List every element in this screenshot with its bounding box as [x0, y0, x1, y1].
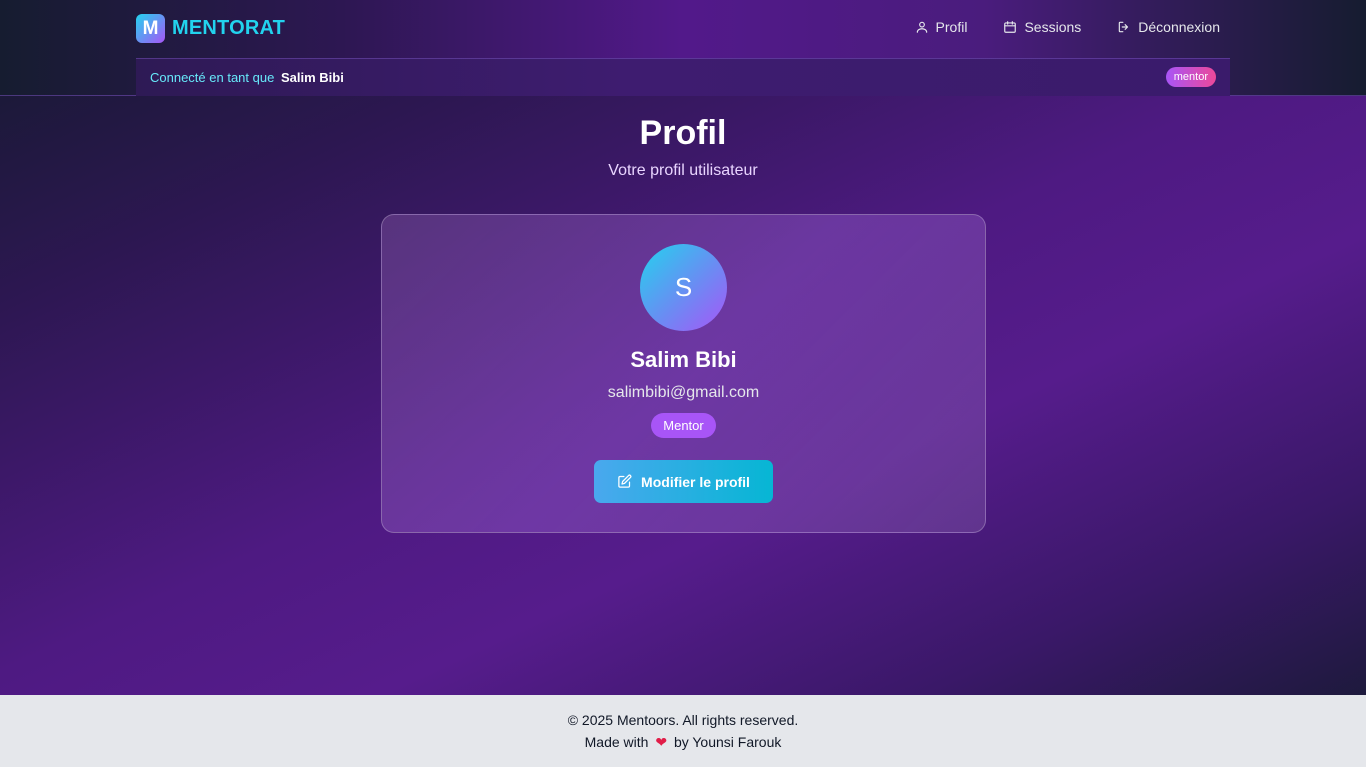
session-prefix: Connecté en tant que	[150, 70, 275, 85]
footer-copyright: © 2025 Mentoors. All rights reserved.	[567, 712, 799, 728]
footer-credits: Made with ❤ by Younsi Farouk	[0, 734, 1366, 751]
edit-icon	[618, 474, 632, 488]
brand-name: MENTORAT	[172, 17, 286, 39]
footer-author: by Younsi Farouk	[673, 734, 782, 750]
session-bar: Connecté en tant que Salim Bibi mentor	[136, 58, 1230, 96]
edit-profile-button[interactable]: Modifier le profil	[594, 460, 773, 503]
profile-card: S Salim Bibi salimbibi@gmail.com Mentor …	[381, 214, 986, 533]
calendar-icon	[1004, 21, 1017, 33]
nav-profil[interactable]: Profil	[915, 19, 968, 35]
brand[interactable]: M MENTORAT	[136, 14, 285, 43]
profile-email: salimbibi@gmail.com	[607, 384, 760, 401]
user-icon	[916, 21, 927, 33]
main-nav: Profil Sessions Déconnexion	[879, 19, 1220, 35]
role-badge: mentor	[1165, 67, 1216, 87]
nav-deconnexion-label: Déconnexion	[1138, 19, 1220, 35]
session-user: Salim Bibi	[280, 70, 344, 85]
nav-deconnexion[interactable]: Déconnexion	[1117, 19, 1220, 35]
nav-sessions[interactable]: Sessions	[1003, 19, 1081, 35]
page-title: Profil	[639, 114, 727, 152]
footer: © 2025 Mentoors. All rights reserved. Ma…	[0, 695, 1366, 767]
page-subtitle: Votre profil utilisateur	[608, 162, 758, 179]
nav-profil-label: Profil	[935, 19, 968, 35]
brand-logo: M	[136, 14, 165, 43]
edit-profile-label: Modifier le profil	[641, 473, 750, 490]
avatar: S	[640, 244, 727, 331]
top-header: M MENTORAT Profil Sessions Déconnexion C…	[0, 0, 1366, 96]
profile-name: Salim Bibi	[630, 347, 737, 372]
nav-sessions-label: Sessions	[1024, 19, 1082, 35]
profile-role-badge: Mentor	[651, 413, 716, 438]
session-status: Connecté en tant que Salim Bibi	[150, 70, 344, 85]
heart-icon: ❤	[655, 734, 668, 750]
footer-made-with: Made with	[584, 734, 649, 750]
logout-icon	[1119, 21, 1129, 33]
